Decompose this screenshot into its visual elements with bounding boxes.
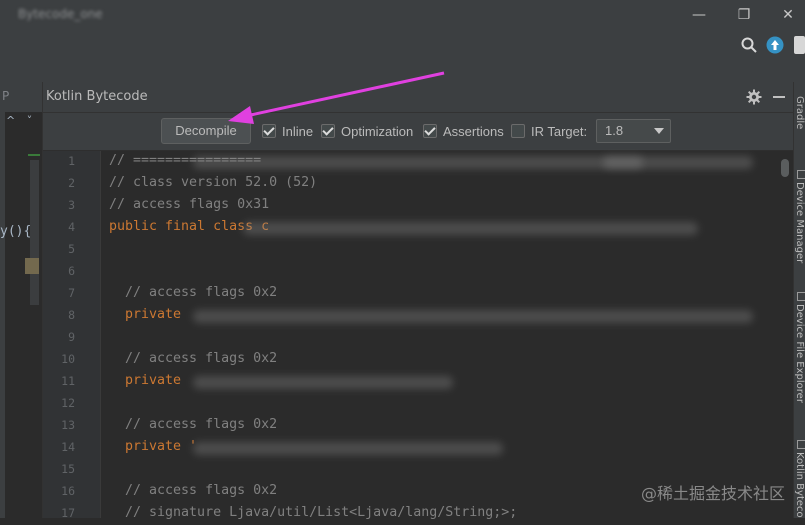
code-line: 12 (43, 393, 793, 415)
left-tool-stripe (0, 82, 5, 518)
ir-target-option[interactable]: IR Target: (511, 123, 587, 139)
code-line: 1// ================ (43, 151, 793, 173)
window-title: Bytecode_one (18, 7, 103, 21)
decompile-button[interactable]: Decompile (161, 118, 251, 144)
kotlin-bytecode-tab[interactable]: Kotlin Byteco (794, 452, 805, 518)
code-line: 11 private (43, 371, 793, 393)
optimization-option[interactable]: Optimization (321, 123, 413, 139)
code-text: // class version 52.0 (52) (109, 175, 318, 190)
left-scroll-track[interactable] (30, 160, 39, 305)
line-number: 4 (68, 220, 75, 234)
code-line: 17 // signature Ljava/util/List<Ljava/la… (43, 503, 793, 525)
line-number: 5 (68, 242, 75, 256)
code-text: private (109, 373, 182, 388)
code-text: // access flags 0x2 (109, 285, 278, 300)
redacted-text (193, 376, 453, 389)
device-manager-icon (797, 170, 805, 179)
code-line: 2 // class version 52.0 (52) (43, 173, 793, 195)
code-line: 13 // access flags 0x2 (43, 415, 793, 437)
line-number: 12 (61, 396, 75, 410)
line-number: 14 (61, 440, 75, 454)
title-bar: Bytecode_one — ❐ ✕ (0, 0, 805, 32)
redacted-text (193, 310, 753, 323)
code-line: 10 // access flags 0x2 (43, 349, 793, 371)
left-header-label: P (2, 89, 10, 103)
left-highlight-marker (25, 258, 39, 274)
code-text: // access flags 0x2 (109, 483, 278, 498)
optimization-checkbox[interactable] (321, 124, 335, 138)
change-marker (28, 154, 40, 156)
line-number: 6 (68, 264, 75, 278)
inline-label: Inline (282, 123, 314, 139)
code-line: 14 private ' (43, 437, 793, 459)
ir-target-label: IR Target: (531, 123, 588, 139)
left-code-fragment: y(){ (0, 224, 32, 239)
assertions-label: Assertions (443, 123, 504, 139)
redacted-text (243, 222, 698, 235)
code-line: 6 (43, 261, 793, 283)
gear-icon[interactable] (746, 89, 762, 105)
bytecode-options-toolbar: Decompile Inline Optimization Assertions… (43, 113, 793, 151)
search-icon[interactable] (740, 36, 758, 54)
code-line: 15 (43, 459, 793, 481)
left-navigation-arrows[interactable]: ^ ˅ (6, 114, 36, 127)
code-line: 8 private (43, 305, 793, 327)
code-text: private ' (109, 439, 198, 454)
inline-option[interactable]: Inline (262, 123, 313, 139)
minimize-icon[interactable] (773, 96, 785, 98)
chevron-down-icon (654, 128, 664, 134)
line-number: 1 (68, 154, 75, 168)
gradle-tab[interactable]: Gradle (794, 96, 805, 129)
code-line: 5 (43, 239, 793, 261)
line-number: 2 (68, 176, 75, 190)
code-text: // access flags 0x2 (109, 417, 278, 432)
maximize-window-button[interactable]: ❐ (733, 5, 755, 25)
line-number: 8 (68, 308, 75, 322)
bytecode-editor[interactable]: 1// ================ 2 // class version 52… (43, 151, 793, 520)
assertions-option[interactable]: Assertions (423, 123, 504, 139)
redacted-text (193, 442, 503, 455)
minimize-window-button[interactable]: — (688, 5, 710, 25)
jvm-target-select[interactable]: 1.8 (596, 119, 671, 143)
kotlin-bytecode-panel-header: Kotlin Bytecode (43, 82, 793, 113)
update-icon[interactable] (766, 36, 784, 54)
profile-icon[interactable] (794, 36, 805, 54)
code-text: // access flags 0x31 (109, 197, 270, 212)
panel-title: Kotlin Bytecode (46, 89, 148, 104)
code-line: 4 public final class c (43, 217, 793, 239)
line-number: 11 (61, 374, 75, 388)
line-number: 16 (61, 484, 75, 498)
close-window-button[interactable]: ✕ (777, 5, 799, 25)
jvm-target-value: 1.8 (605, 123, 624, 138)
kotlin-bytecode-tab-icon (797, 440, 805, 449)
assertions-checkbox[interactable] (423, 124, 437, 138)
device-file-explorer-tab[interactable]: Device File Explorer (794, 304, 805, 403)
redacted-text (193, 156, 753, 169)
editor-scrollbar[interactable] (781, 159, 789, 177)
line-number: 13 (61, 418, 75, 432)
code-text: // access flags 0x2 (109, 351, 278, 366)
line-number: 7 (68, 286, 75, 300)
line-number: 9 (68, 330, 75, 344)
inline-checkbox[interactable] (262, 124, 276, 138)
line-number: 10 (61, 352, 75, 366)
code-line: 3 // access flags 0x31 (43, 195, 793, 217)
watermark: @稀土掘金技术社区 (641, 484, 786, 503)
ir-target-checkbox[interactable] (511, 124, 525, 138)
line-number: 3 (68, 198, 75, 212)
device-manager-tab[interactable]: Device Manager (794, 182, 805, 263)
code-line: 7 // access flags 0x2 (43, 283, 793, 305)
code-text: private (109, 307, 182, 322)
optimization-label: Optimization (341, 123, 414, 139)
device-file-explorer-icon (797, 292, 805, 301)
navigation-band (0, 60, 805, 83)
line-number: 15 (61, 462, 75, 476)
redacted-text (603, 156, 643, 169)
code-line: 9 (43, 327, 793, 349)
main-toolbar (0, 32, 805, 60)
